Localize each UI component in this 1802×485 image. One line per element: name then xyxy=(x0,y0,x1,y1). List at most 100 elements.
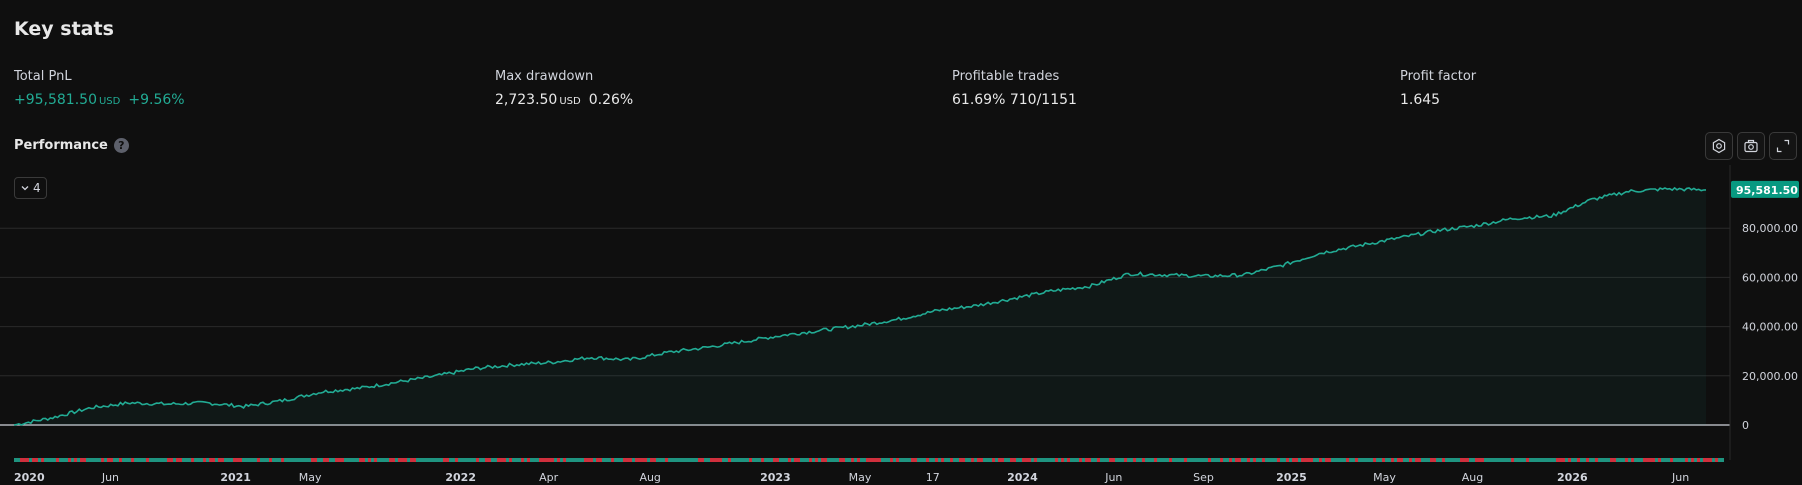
trade-marker xyxy=(1676,458,1679,462)
trade-marker xyxy=(560,458,563,462)
trade-marker xyxy=(1391,458,1394,462)
trade-marker xyxy=(1538,458,1541,462)
trade-marker xyxy=(872,458,875,462)
trade-marker xyxy=(1079,458,1082,462)
settings-button[interactable] xyxy=(1705,132,1733,160)
trade-marker xyxy=(509,458,512,462)
trade-marker xyxy=(686,458,689,462)
trade-marker xyxy=(62,458,65,462)
trade-marker xyxy=(548,458,551,462)
trade-marker xyxy=(236,458,239,462)
trade-marker xyxy=(599,458,602,462)
trade-marker xyxy=(71,458,74,462)
trade-marker xyxy=(1445,458,1448,462)
trade-marker xyxy=(671,458,674,462)
trade-marker xyxy=(1313,458,1316,462)
trade-marker xyxy=(935,458,938,462)
trade-marker xyxy=(1025,458,1028,462)
trade-marker xyxy=(1382,458,1385,462)
trade-marker xyxy=(644,458,647,462)
trade-marker xyxy=(347,458,350,462)
trade-marker xyxy=(809,458,812,462)
trade-marker xyxy=(50,458,53,462)
trade-marker xyxy=(791,458,794,462)
trade-marker xyxy=(659,458,662,462)
trade-marker xyxy=(1310,458,1313,462)
trade-marker xyxy=(1202,458,1205,462)
trade-marker xyxy=(632,458,635,462)
trade-marker xyxy=(851,458,854,462)
trade-marker xyxy=(1505,458,1508,462)
trade-marker xyxy=(1628,458,1631,462)
trade-marker xyxy=(1697,458,1700,462)
trade-marker xyxy=(266,458,269,462)
trade-marker xyxy=(227,458,230,462)
trade-marker xyxy=(1049,458,1052,462)
trade-marker xyxy=(131,458,134,462)
trade-marker xyxy=(1022,458,1025,462)
trade-marker xyxy=(914,458,917,462)
fullscreen-button[interactable] xyxy=(1769,132,1797,160)
x-tick-label: May xyxy=(1373,471,1396,484)
trade-marker xyxy=(938,458,941,462)
trade-marker xyxy=(1325,458,1328,462)
trade-marker xyxy=(830,458,833,462)
trade-marker xyxy=(176,458,179,462)
trade-marker xyxy=(734,458,737,462)
trade-marker xyxy=(539,458,542,462)
trade-marker xyxy=(1673,458,1676,462)
trade-marker xyxy=(1172,458,1175,462)
trade-marker xyxy=(404,458,407,462)
trade-marker xyxy=(65,458,68,462)
trade-marker xyxy=(287,458,290,462)
y-tick-label: 0 xyxy=(1742,419,1749,432)
trade-marker xyxy=(1127,458,1130,462)
trade-marker xyxy=(1712,458,1715,462)
trade-marker xyxy=(1613,458,1616,462)
trade-marker xyxy=(1478,458,1481,462)
trade-marker xyxy=(263,458,266,462)
trade-marker xyxy=(506,458,509,462)
trade-marker xyxy=(251,458,254,462)
trade-marker xyxy=(260,458,263,462)
trade-marker xyxy=(1406,458,1409,462)
trade-marker xyxy=(143,458,146,462)
trade-marker xyxy=(608,458,611,462)
settings-icon xyxy=(1712,138,1726,154)
trade-marker xyxy=(278,458,281,462)
trade-marker xyxy=(1412,458,1415,462)
trade-marker xyxy=(767,458,770,462)
stat-value: +95,581.50 USD +9.56% xyxy=(14,92,185,108)
trade-marker xyxy=(464,458,467,462)
trade-marker xyxy=(1625,458,1628,462)
trade-marker xyxy=(1133,458,1136,462)
trade-marker xyxy=(1421,458,1424,462)
trade-marker xyxy=(1346,458,1349,462)
trade-marker xyxy=(794,458,797,462)
trade-marker xyxy=(761,458,764,462)
trade-marker xyxy=(1151,458,1154,462)
trade-marker xyxy=(1394,458,1397,462)
trade-marker xyxy=(179,458,182,462)
trade-marker xyxy=(23,458,26,462)
trade-marker xyxy=(1655,458,1658,462)
trade-marker xyxy=(884,458,887,462)
trade-marker xyxy=(1013,458,1016,462)
trade-marker xyxy=(332,458,335,462)
trade-marker xyxy=(1241,458,1244,462)
trade-marker xyxy=(1352,458,1355,462)
trade-marker xyxy=(677,458,680,462)
trade-marker xyxy=(593,458,596,462)
snapshot-button[interactable] xyxy=(1737,132,1765,160)
trade-marker xyxy=(1271,458,1274,462)
question-icon[interactable]: ? xyxy=(113,138,129,153)
trade-marker xyxy=(1544,458,1547,462)
trade-marker xyxy=(485,458,488,462)
trade-marker xyxy=(215,458,218,462)
trade-marker xyxy=(428,458,431,462)
trade-marker xyxy=(1007,458,1010,462)
trade-marker xyxy=(1316,458,1319,462)
trade-marker xyxy=(1619,458,1622,462)
trade-marker xyxy=(1337,458,1340,462)
trade-marker xyxy=(1436,458,1439,462)
